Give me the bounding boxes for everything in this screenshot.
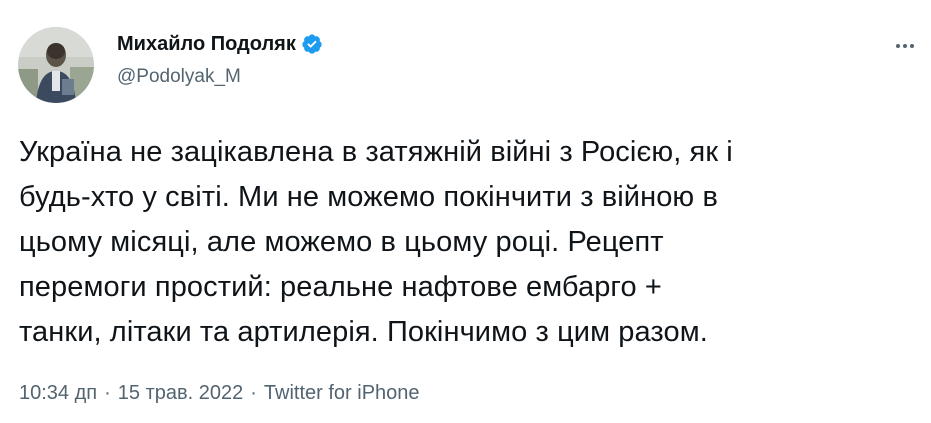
verified-badge-icon bbox=[301, 33, 323, 55]
display-name[interactable]: Михайло Подоляк bbox=[117, 32, 296, 56]
more-dot bbox=[896, 44, 900, 48]
tweet-time[interactable]: 10:34 дп bbox=[19, 380, 97, 406]
tweet-text: Україна не зацікавлена в затяжній війні … bbox=[19, 130, 919, 355]
author-handle[interactable]: @Podolyak_M bbox=[117, 65, 241, 89]
more-dot bbox=[910, 44, 914, 48]
avatar[interactable] bbox=[18, 27, 94, 103]
meta-separator: · bbox=[104, 382, 111, 404]
tweet-text-line: Україна не зацікавлена в затяжній війні … bbox=[19, 136, 733, 168]
more-options-icon[interactable] bbox=[890, 34, 920, 58]
tweet-source[interactable]: Twitter for iPhone bbox=[264, 380, 420, 406]
tweet-text-line: будь-хто у світі. Ми не можемо покінчити… bbox=[19, 181, 718, 213]
author-name-row[interactable]: Михайло Подоляк bbox=[117, 32, 323, 56]
avatar-image bbox=[18, 27, 94, 103]
tweet-text-line: танки, літаки та артилерія. Покінчимо з … bbox=[19, 316, 708, 348]
meta-separator: · bbox=[250, 382, 257, 404]
tweet-card: Михайло Подоляк @Podolyak_M Україна не з… bbox=[0, 0, 931, 423]
tweet-meta: 10:34 дп · 15 трав. 2022 · Twitter for i… bbox=[19, 380, 420, 406]
more-dot bbox=[903, 44, 907, 48]
tweet-text-line: перемоги простий: реальне нафтове ембарг… bbox=[19, 271, 662, 303]
tweet-text-line: цьому місяці, але можемо в цьому році. Р… bbox=[19, 226, 664, 258]
tweet-date[interactable]: 15 трав. 2022 bbox=[118, 380, 243, 406]
